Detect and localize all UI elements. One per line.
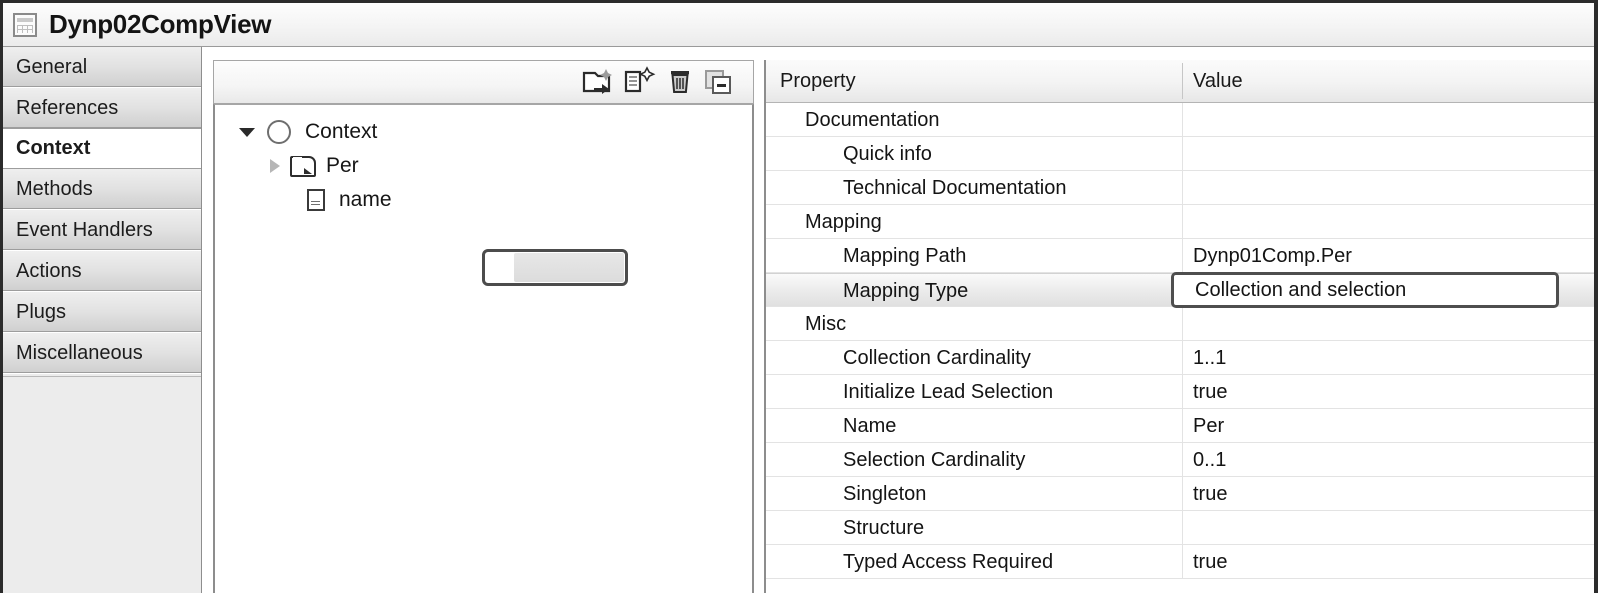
property-label: Misc bbox=[805, 312, 847, 335]
sidebar-item-label: Plugs bbox=[16, 300, 67, 323]
property-value[interactable]: 0..1 bbox=[1193, 443, 1226, 477]
tree-item-label: Per bbox=[326, 154, 359, 177]
sidebar-item-actions[interactable]: Actions bbox=[3, 251, 201, 292]
property-label: Typed Access Required bbox=[843, 550, 1054, 573]
sidebar-item-label: General bbox=[16, 55, 88, 78]
sidebar-item-miscellaneous[interactable]: Miscellaneous bbox=[3, 333, 201, 374]
sidebar-item-label: Miscellaneous bbox=[16, 341, 143, 364]
table-row[interactable]: Technical Documentation bbox=[766, 171, 1594, 205]
cell-divider bbox=[1182, 205, 1183, 238]
tree-item-label: Context bbox=[305, 120, 378, 143]
window-title-bar: Dynp02CompView bbox=[3, 3, 1594, 47]
property-value[interactable]: Per bbox=[1193, 409, 1224, 443]
table-row[interactable]: Singleton true bbox=[766, 477, 1594, 511]
context-tree[interactable]: Context Per name bbox=[213, 104, 754, 593]
sidebar-item-context[interactable]: Context bbox=[3, 128, 201, 169]
table-row[interactable]: Structure bbox=[766, 511, 1594, 545]
table-row[interactable]: Mapping bbox=[766, 205, 1594, 239]
mapping-type-value: Collection and selection bbox=[1195, 278, 1407, 301]
tree-item-per-selection-border bbox=[482, 249, 628, 286]
column-divider[interactable] bbox=[1182, 63, 1183, 99]
table-row[interactable]: Documentation bbox=[766, 103, 1594, 137]
property-label: Quick info bbox=[843, 142, 932, 165]
collapse-all-icon[interactable] bbox=[700, 66, 740, 98]
tree-item-per[interactable]: Per bbox=[270, 149, 359, 183]
tree-item-name[interactable]: name bbox=[307, 183, 392, 217]
new-attribute-icon[interactable] bbox=[620, 66, 660, 98]
page-title: Dynp02CompView bbox=[49, 9, 272, 39]
property-value[interactable]: true bbox=[1193, 375, 1227, 409]
property-label: Structure bbox=[843, 516, 925, 539]
tree-item-label: name bbox=[339, 188, 392, 211]
node-folder-icon bbox=[290, 155, 316, 177]
cell-divider bbox=[1182, 307, 1183, 340]
sidebar-empty-area bbox=[3, 376, 201, 593]
property-value[interactable]: Dynp01Comp.Per bbox=[1193, 239, 1352, 273]
cell-divider bbox=[1182, 171, 1183, 204]
property-label: Initialize Lead Selection bbox=[843, 380, 1054, 403]
table-row[interactable]: Typed Access Required true bbox=[766, 545, 1594, 579]
context-circle-icon bbox=[267, 120, 291, 144]
table-row[interactable]: Selection Cardinality 0..1 bbox=[766, 443, 1594, 477]
sidebar: General References Context Methods Event… bbox=[3, 47, 202, 593]
sidebar-item-methods[interactable]: Methods bbox=[3, 169, 201, 210]
sidebar-item-label: Actions bbox=[16, 259, 82, 282]
property-label: Mapping bbox=[805, 210, 882, 233]
table-row[interactable]: Quick info bbox=[766, 137, 1594, 171]
property-table-header: Property Value bbox=[766, 60, 1594, 103]
sidebar-item-label: Methods bbox=[16, 177, 93, 200]
cell-divider bbox=[1182, 477, 1183, 510]
property-label: Name bbox=[843, 414, 897, 437]
cell-divider bbox=[1182, 375, 1183, 408]
chevron-right-icon[interactable] bbox=[270, 159, 280, 173]
cell-divider bbox=[1182, 341, 1183, 374]
property-label: Documentation bbox=[805, 108, 940, 131]
sidebar-item-references[interactable]: References bbox=[3, 88, 201, 129]
sidebar-item-label: References bbox=[16, 96, 119, 119]
table-row[interactable]: Misc bbox=[766, 307, 1594, 341]
cell-divider bbox=[1182, 103, 1183, 136]
property-label: Selection Cardinality bbox=[843, 448, 1026, 471]
cell-divider bbox=[1182, 443, 1183, 476]
table-row[interactable]: Name Per bbox=[766, 409, 1594, 443]
sidebar-item-general[interactable]: General bbox=[3, 47, 201, 88]
table-row[interactable]: Collection Cardinality 1..1 bbox=[766, 341, 1594, 375]
cell-divider bbox=[1182, 545, 1183, 578]
property-value[interactable]: true bbox=[1193, 545, 1227, 579]
sidebar-item-label: Event Handlers bbox=[16, 218, 153, 241]
property-label: Singleton bbox=[843, 482, 927, 505]
property-label: Technical Documentation bbox=[843, 176, 1067, 199]
delete-icon[interactable] bbox=[660, 66, 700, 98]
sidebar-item-plugs[interactable]: Plugs bbox=[3, 292, 201, 333]
property-value[interactable]: true bbox=[1193, 477, 1227, 511]
tree-toolbar bbox=[213, 60, 754, 104]
tree-item-context[interactable]: Context bbox=[239, 115, 377, 149]
property-table: Property Value Documentation Quick info … bbox=[764, 60, 1594, 593]
cell-divider bbox=[1182, 409, 1183, 442]
mapping-type-value-editor[interactable]: Collection and selection bbox=[1171, 272, 1559, 308]
cell-divider bbox=[1182, 239, 1183, 272]
chevron-down-icon[interactable] bbox=[239, 127, 255, 137]
attribute-doc-icon bbox=[307, 189, 325, 211]
property-label: Mapping Type bbox=[843, 279, 969, 302]
property-label: Mapping Path bbox=[843, 244, 967, 267]
sidebar-item-label: Context bbox=[16, 137, 91, 159]
context-tree-panel: Context Per name bbox=[213, 60, 754, 593]
table-row-mapping-type[interactable]: Mapping Type Collection and selection bbox=[766, 272, 1594, 308]
column-header-property[interactable]: Property bbox=[780, 60, 856, 102]
column-header-value[interactable]: Value bbox=[1193, 60, 1243, 102]
cell-divider bbox=[1182, 511, 1183, 544]
property-label: Collection Cardinality bbox=[843, 346, 1031, 369]
table-grid-icon bbox=[13, 12, 37, 37]
application-window: Dynp02CompView General References Contex… bbox=[0, 0, 1598, 593]
table-row[interactable]: Initialize Lead Selection true bbox=[766, 375, 1594, 409]
new-node-icon[interactable] bbox=[580, 66, 620, 98]
table-row[interactable]: Mapping Path Dynp01Comp.Per bbox=[766, 239, 1594, 273]
property-value[interactable]: 1..1 bbox=[1193, 341, 1226, 375]
sidebar-item-event-handlers[interactable]: Event Handlers bbox=[3, 210, 201, 251]
cell-divider bbox=[1182, 137, 1183, 170]
